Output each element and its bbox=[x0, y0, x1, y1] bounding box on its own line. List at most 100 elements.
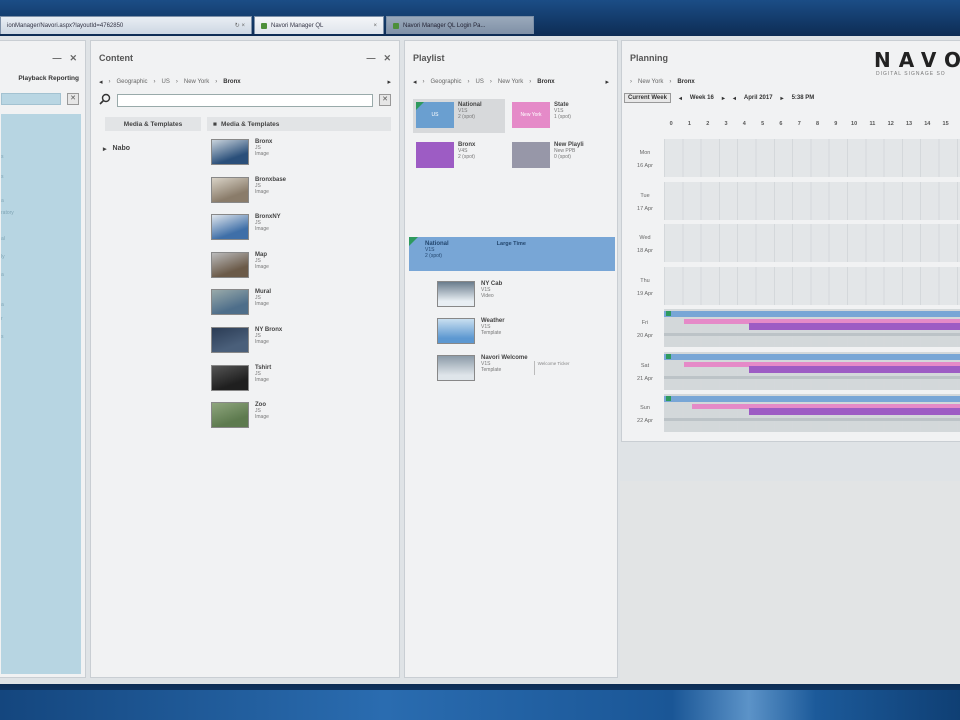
breadcrumb-item[interactable]: New York bbox=[498, 79, 523, 85]
tree-item[interactable]: ratory bbox=[1, 210, 14, 216]
breadcrumb-item[interactable]: Geographic bbox=[117, 79, 148, 85]
address-bar[interactable]: ionManager/Navori.aspx?layoutId=4762850 … bbox=[0, 16, 252, 34]
expand-arrow-icon[interactable]: ▸ bbox=[103, 145, 107, 153]
breadcrumb-item[interactable]: New York bbox=[184, 79, 209, 85]
playlist-tile[interactable]: Bronx V4S 2 (spot) bbox=[413, 139, 505, 173]
media-item[interactable]: Zoo JS Image bbox=[211, 402, 286, 440]
clear-search-button[interactable]: ✕ bbox=[379, 94, 391, 106]
playlist-item[interactable]: Weather V1S Template bbox=[437, 318, 570, 355]
media-templates-list-header[interactable]: ■ Media & Templates bbox=[207, 117, 391, 131]
breadcrumb-item[interactable]: › bbox=[154, 79, 156, 85]
current-week-button[interactable]: Current Week bbox=[624, 93, 671, 103]
tree-item[interactable]: a bbox=[1, 198, 4, 204]
breadcrumb-item[interactable]: › bbox=[490, 79, 492, 85]
media-item[interactable]: NY Bronx JS Image bbox=[211, 326, 286, 365]
browser-tab-active[interactable]: Navori Manager QL × bbox=[254, 16, 384, 34]
forward-arrow-icon[interactable]: ▸ bbox=[387, 78, 391, 86]
close-icon[interactable]: ✕ bbox=[69, 53, 77, 64]
month-next-icon[interactable]: ▸ bbox=[781, 95, 784, 102]
media-item[interactable]: Map JS Image bbox=[211, 251, 286, 290]
day-timeline[interactable] bbox=[664, 351, 960, 390]
breadcrumb-item[interactable]: Geographic bbox=[431, 79, 462, 85]
tree-item[interactable]: s bbox=[1, 334, 4, 340]
refresh-icon[interactable]: ↻ × bbox=[235, 22, 245, 29]
tree-item[interactable]: s bbox=[1, 174, 4, 180]
forward-arrow-icon[interactable]: ▸ bbox=[605, 78, 609, 86]
schedule-bar-base[interactable] bbox=[664, 333, 960, 336]
day-timeline[interactable] bbox=[664, 394, 960, 432]
playlist-swatch: US bbox=[416, 102, 454, 128]
minimize-icon[interactable]: — bbox=[52, 53, 61, 64]
breadcrumb-item[interactable]: › bbox=[109, 79, 111, 85]
breadcrumb-item[interactable]: US bbox=[476, 79, 484, 85]
playlist-tile[interactable]: New York State V1S 1 (spot) bbox=[509, 99, 601, 133]
tree-item[interactable]: s bbox=[1, 154, 4, 160]
back-arrow-icon[interactable]: ◂ bbox=[413, 78, 417, 86]
schedule-bar-bronx[interactable] bbox=[749, 323, 960, 330]
schedule-bar-bronx[interactable] bbox=[749, 365, 960, 373]
tree-item[interactable]: a bbox=[1, 302, 4, 308]
day-timeline[interactable] bbox=[664, 181, 960, 220]
media-item[interactable]: Tshirt JS Image bbox=[211, 364, 286, 403]
month-prev-icon[interactable]: ◂ bbox=[733, 95, 736, 102]
day-timeline[interactable] bbox=[664, 309, 960, 347]
browser-tab-inactive[interactable]: Navori Manager QL Login Pa... bbox=[386, 16, 534, 34]
clear-filter-button[interactable]: ✕ bbox=[67, 93, 79, 105]
minimize-icon[interactable]: — bbox=[366, 53, 375, 64]
media-templates-tree-header[interactable]: Media & Templates bbox=[105, 117, 201, 131]
tree-folder[interactable]: ▸ Nabo bbox=[103, 145, 130, 153]
schedule-bar-bronx[interactable] bbox=[749, 408, 960, 415]
breadcrumb-item[interactable]: › bbox=[423, 79, 425, 85]
day-date: 18 Apr bbox=[637, 248, 653, 254]
breadcrumb-item[interactable]: › bbox=[176, 79, 178, 85]
media-type: Image bbox=[255, 151, 269, 157]
tree-list[interactable]: s s a ratory al ly a a r s bbox=[1, 114, 81, 674]
media-item[interactable]: Mural JS Image bbox=[211, 289, 286, 327]
breadcrumb-item[interactable]: › bbox=[468, 79, 470, 85]
close-icon[interactable]: ✕ bbox=[383, 53, 391, 64]
media-item[interactable]: Bronx JS Image bbox=[211, 139, 286, 177]
schedule-bar-national[interactable] bbox=[664, 311, 960, 317]
tree-item[interactable]: al bbox=[1, 236, 5, 242]
schedule-bar-national[interactable] bbox=[664, 396, 960, 402]
breadcrumb-item[interactable]: › bbox=[529, 79, 531, 85]
breadcrumb-item[interactable]: › bbox=[215, 79, 217, 85]
playlist-timeline-row[interactable]: National V1S 2 (spot) Large Time bbox=[409, 237, 615, 271]
day-row: Sat 21 Apr bbox=[622, 351, 960, 390]
close-tab-icon[interactable]: × bbox=[373, 23, 377, 29]
tree-item[interactable]: ly bbox=[1, 254, 5, 260]
collapse-icon[interactable]: ■ bbox=[213, 121, 217, 128]
breadcrumb-item[interactable]: New York bbox=[638, 79, 663, 85]
back-arrow-icon[interactable]: ◂ bbox=[99, 78, 103, 86]
week-prev-icon[interactable]: ◂ bbox=[679, 95, 682, 102]
media-thumbnail bbox=[211, 364, 249, 391]
breadcrumb-current[interactable]: Bronx bbox=[223, 79, 240, 85]
day-timeline[interactable] bbox=[664, 139, 960, 177]
week-next-icon[interactable]: ▸ bbox=[722, 95, 725, 102]
filter-input[interactable] bbox=[1, 93, 61, 105]
breadcrumb-item[interactable]: › bbox=[669, 79, 671, 85]
day-timeline[interactable] bbox=[664, 266, 960, 305]
tab-playback-reporting[interactable]: Playback Reporting bbox=[0, 75, 85, 89]
media-item[interactable]: BronxNY JS Image bbox=[211, 214, 286, 252]
day-row: Mon 16 Apr bbox=[622, 139, 960, 177]
breadcrumb-current[interactable]: Bronx bbox=[537, 79, 554, 85]
breadcrumb-current[interactable]: Bronx bbox=[677, 79, 694, 85]
playlist-tile[interactable]: US National V1S 2 (spot) bbox=[413, 99, 505, 133]
breadcrumb-item[interactable]: US bbox=[162, 79, 170, 85]
tree-item[interactable]: r bbox=[1, 316, 3, 322]
media-item[interactable]: Bronxbase JS Image bbox=[211, 176, 286, 215]
playlist-tile[interactable]: New Playli New PPB 0 (spot) bbox=[509, 139, 601, 173]
playlist-item[interactable]: Navori Welcome V1S Template Welcome Ticker bbox=[437, 355, 570, 392]
search-input[interactable] bbox=[117, 93, 373, 107]
schedule-bar-base[interactable] bbox=[664, 375, 960, 379]
media-meta: BronxNY JS Image bbox=[255, 214, 281, 252]
schedule-bar-national[interactable] bbox=[664, 353, 960, 360]
breadcrumb-item[interactable]: › bbox=[630, 79, 632, 85]
media-meta: Bronx JS Image bbox=[255, 139, 272, 177]
tree-item[interactable]: a bbox=[1, 272, 4, 278]
day-label: Wed 18 Apr bbox=[630, 232, 660, 258]
playlist-item[interactable]: NY Cab V1S Video bbox=[437, 281, 570, 318]
schedule-bar-base[interactable] bbox=[664, 418, 960, 421]
day-timeline[interactable] bbox=[664, 224, 960, 262]
